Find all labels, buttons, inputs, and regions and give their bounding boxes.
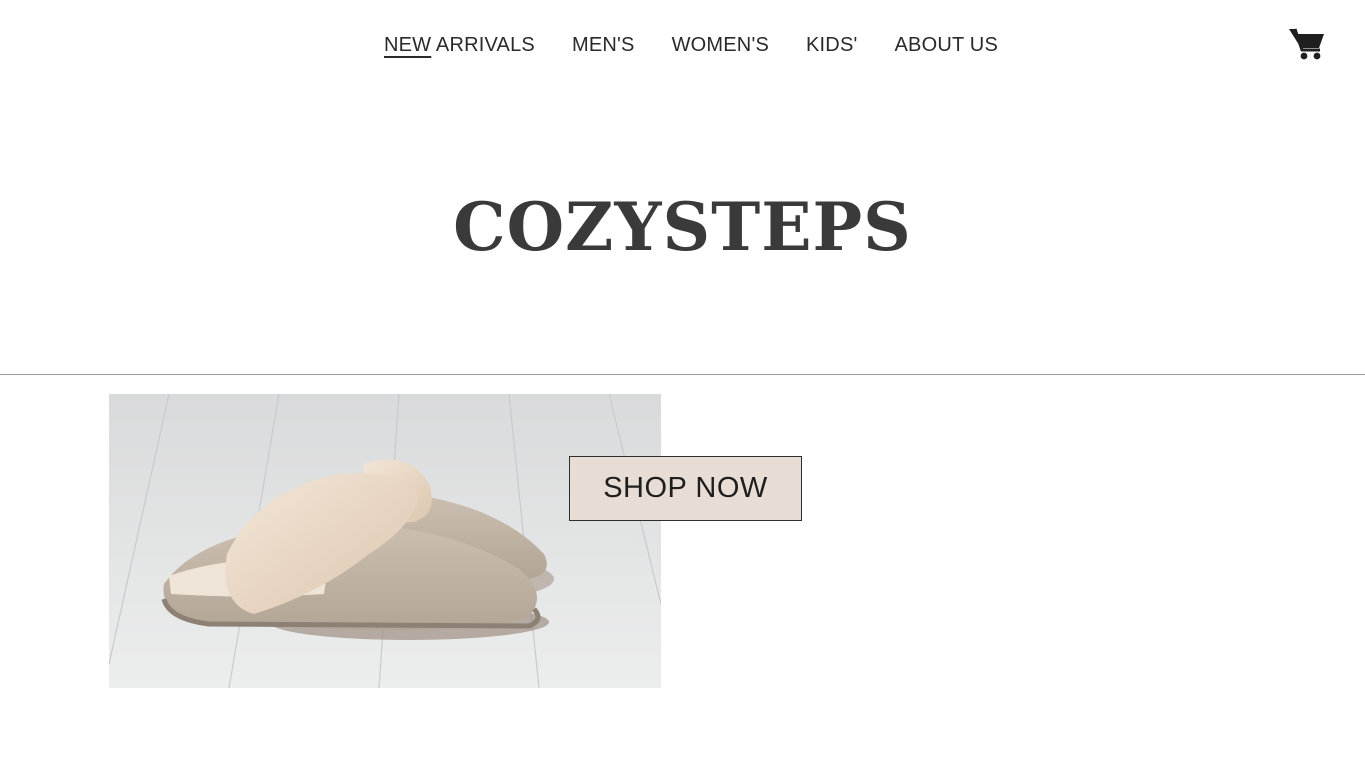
shopping-cart-icon[interactable] — [1288, 26, 1326, 62]
nav-new-arrivals-label-b: ARRIVALS — [431, 34, 535, 56]
top-nav: NEW ARRIVALS MEN'S WOMEN'S KIDS' ABOUT U… — [0, 28, 1365, 64]
page: NEW ARRIVALS MEN'S WOMEN'S KIDS' ABOUT U… — [0, 0, 1365, 768]
nav-mens[interactable]: MEN'S — [572, 34, 635, 57]
shop-now-button[interactable]: SHOP NOW — [569, 456, 802, 521]
nav-about-us[interactable]: ABOUT US — [895, 34, 998, 57]
brand-title: COZYSTEPS — [453, 188, 912, 266]
nav-womens[interactable]: WOMEN'S — [672, 34, 769, 57]
nav-links: NEW ARRIVALS MEN'S WOMEN'S KIDS' ABOUT U… — [384, 34, 998, 57]
nav-new-arrivals[interactable]: NEW ARRIVALS — [384, 34, 535, 57]
nav-new-arrivals-label-a: NEW — [384, 34, 432, 56]
product-image-slippers — [109, 394, 661, 688]
section-divider — [0, 374, 1365, 375]
nav-kids[interactable]: KIDS' — [806, 34, 858, 57]
